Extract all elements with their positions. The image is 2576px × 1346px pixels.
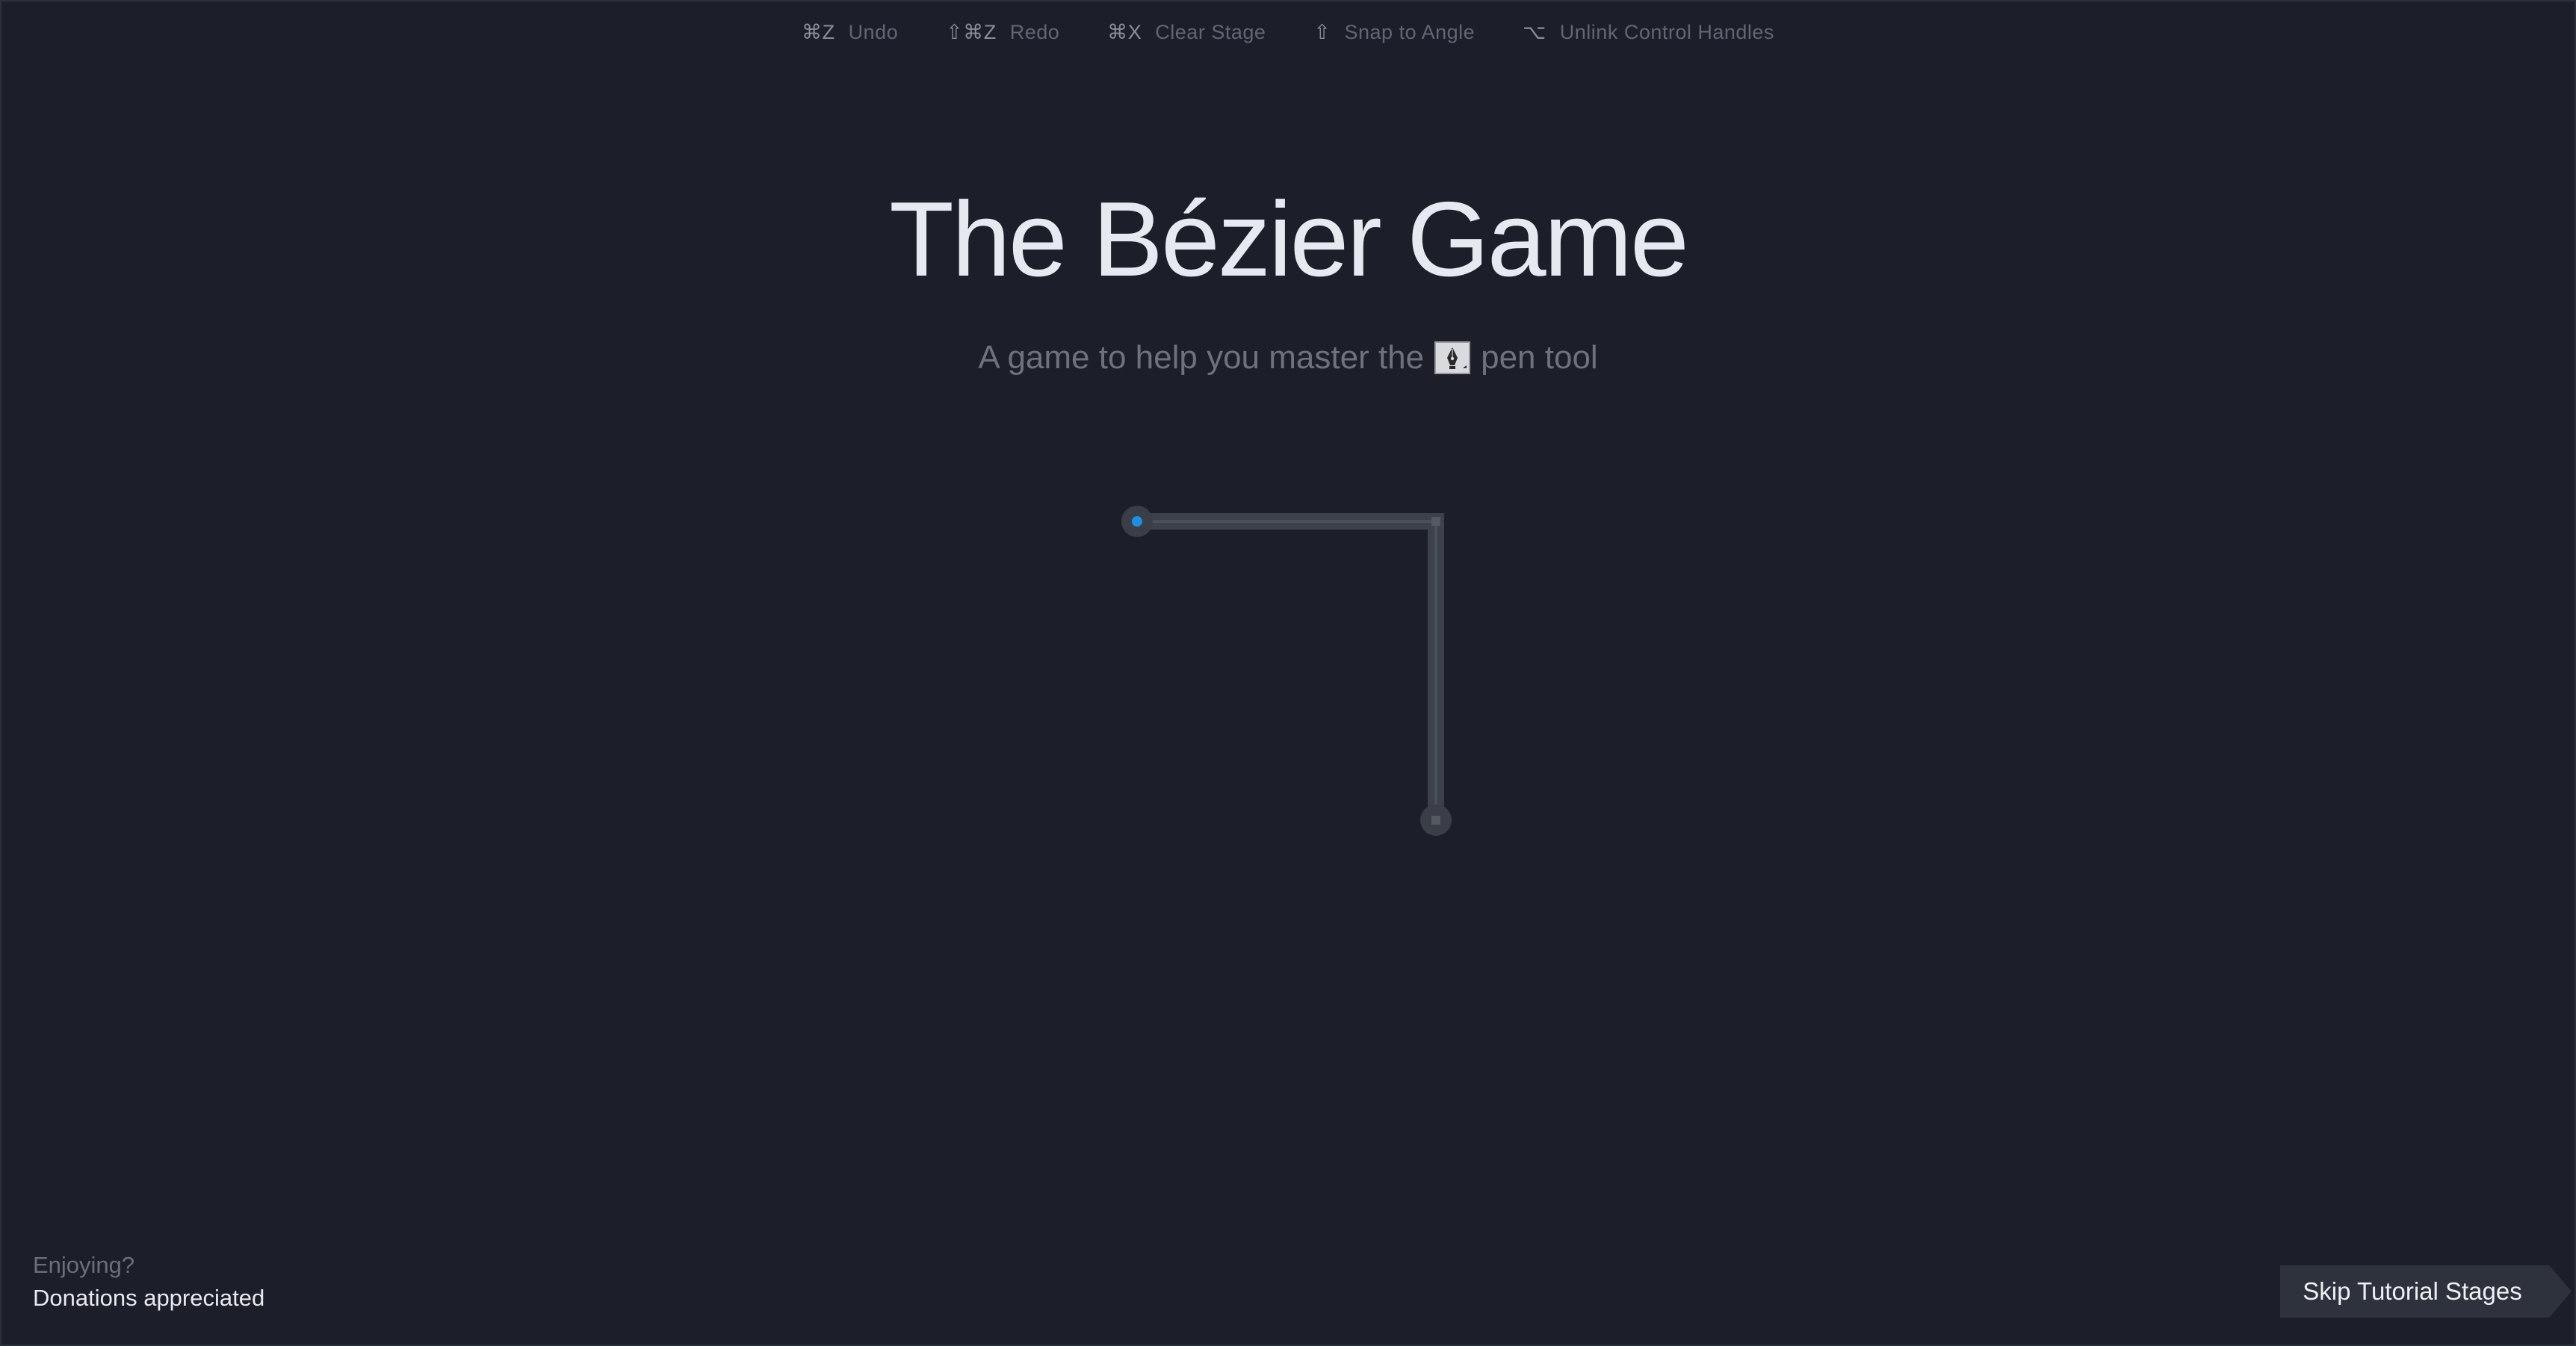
skip-tutorial-arrow[interactable]	[2549, 1265, 2572, 1318]
start-anchor-point[interactable]	[1132, 516, 1142, 527]
target-path-guide	[1137, 513, 1444, 820]
donation-note: Enjoying? Donations appreciated	[33, 1249, 264, 1315]
corner-anchor-point[interactable]	[1431, 517, 1440, 526]
skip-tutorial-button[interactable]: Skip Tutorial Stages	[2280, 1265, 2549, 1318]
enjoying-text: Enjoying?	[33, 1252, 135, 1278]
target-path-line	[1137, 520, 1437, 820]
drawing-stage[interactable]	[0, 0, 2576, 1346]
donations-link[interactable]: Donations appreciated	[33, 1282, 264, 1315]
end-anchor-point[interactable]	[1431, 816, 1440, 825]
